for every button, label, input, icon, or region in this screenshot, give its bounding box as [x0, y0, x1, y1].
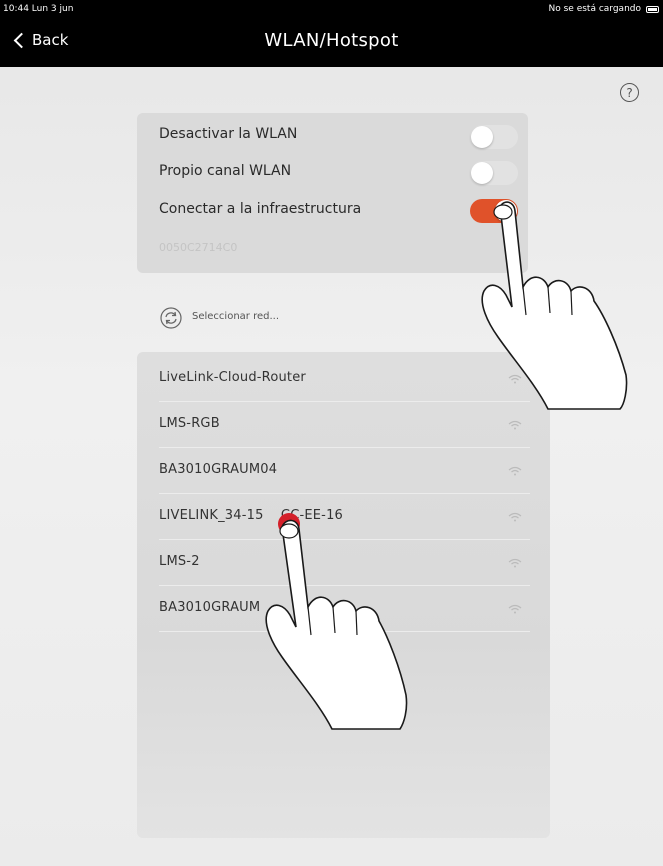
status-bar: 10:44 Lun 3 jun No se está cargando — [0, 0, 663, 20]
toggle-knob — [495, 200, 517, 222]
network-item[interactable]: BA3010GRAUM — [159, 586, 530, 632]
wifi-icon — [508, 374, 522, 384]
network-item[interactable]: LMS-2 — [159, 540, 530, 586]
network-item[interactable]: LMS-RGB — [159, 402, 530, 448]
network-name: BA3010GRAUM — [159, 600, 261, 615]
network-item[interactable]: LIVELINK_34-15 CC-EE-16 — [159, 494, 530, 540]
connect-infrastructure-toggle[interactable] — [470, 199, 518, 223]
navigation-bar: Back WLAN/Hotspot — [0, 20, 663, 67]
network-name: LIVELINK_34-15 CC-EE-16 — [159, 508, 344, 523]
network-name: LMS-2 — [159, 554, 200, 569]
help-icon[interactable]: ? — [620, 83, 639, 102]
disable-wlan-toggle[interactable] — [470, 125, 518, 149]
setting-label-connect-infrastructure: Conectar a la infraestructura — [159, 201, 362, 217]
wifi-icon — [508, 604, 522, 614]
device-id-text: 0050C2714C0 — [159, 241, 238, 254]
wifi-icon — [508, 466, 522, 476]
toggle-knob — [471, 162, 493, 184]
network-name: BA3010GRAUM04 — [159, 462, 278, 477]
wlan-settings-card: Desactivar la WLAN Propio canal WLAN Con… — [137, 113, 528, 273]
setting-label-disable-wlan: Desactivar la WLAN — [159, 126, 298, 142]
page-title: WLAN/Hotspot — [264, 30, 399, 51]
network-name: LMS-RGB — [159, 416, 220, 431]
battery-icon — [646, 6, 659, 13]
setting-label-own-channel: Propio canal WLAN — [159, 163, 292, 179]
touch-indicator — [278, 513, 300, 535]
network-list: LiveLink-Cloud-Router LMS-RGB BA3010GRAU… — [137, 352, 550, 838]
wifi-icon — [508, 420, 522, 430]
wifi-icon — [508, 512, 522, 522]
battery-status-text: No se está cargando — [548, 4, 641, 14]
wifi-icon — [508, 558, 522, 568]
refresh-icon[interactable] — [160, 307, 182, 329]
toggle-knob — [471, 126, 493, 148]
network-item[interactable]: LiveLink-Cloud-Router — [159, 356, 530, 402]
network-name: LiveLink-Cloud-Router — [159, 370, 306, 385]
own-channel-toggle[interactable] — [470, 161, 518, 185]
network-item[interactable]: BA3010GRAUM04 — [159, 448, 530, 494]
select-network-button[interactable]: Seleccionar red... — [192, 311, 279, 322]
status-time: 10:44 Lun 3 jun — [3, 4, 74, 14]
